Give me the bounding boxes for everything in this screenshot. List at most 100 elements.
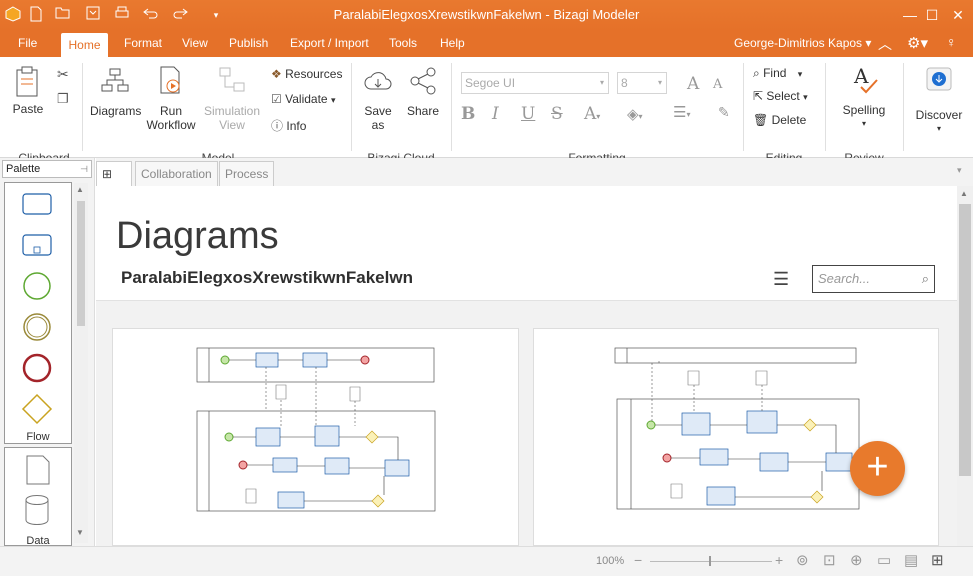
zoom-slider-handle[interactable] xyxy=(709,556,711,566)
simulation-view-button[interactable]: Simulation View xyxy=(202,65,262,132)
diagrams-label: Diagrams xyxy=(90,104,142,118)
overview-icon[interactable]: ▭ xyxy=(877,551,891,569)
discover-label: Discover xyxy=(915,108,963,122)
copy-icon[interactable]: ❐ xyxy=(57,91,69,107)
delete-label: Delete xyxy=(771,113,807,127)
diagram-map-icon: ⊞ xyxy=(102,167,113,181)
underline-icon[interactable]: U xyxy=(521,104,535,124)
start-event-shape[interactable] xyxy=(23,272,51,300)
font-family-select[interactable]: Segoe UI ▾ xyxy=(461,72,609,94)
flow-label: Flow xyxy=(26,431,50,443)
diagram-thumbnail xyxy=(614,347,860,510)
canvas-scrollbar[interactable]: ▲ xyxy=(957,186,973,546)
cut-icon[interactable]: ✂ xyxy=(57,66,69,83)
lightbulb-icon[interactable]: ♀ xyxy=(946,34,957,50)
share-label: Share xyxy=(406,104,440,118)
font-size-select[interactable]: 8 ▾ xyxy=(617,72,667,94)
tab-process[interactable]: Process xyxy=(219,161,275,186)
tab-collaboration[interactable]: Collaboration xyxy=(135,161,218,186)
close-icon[interactable]: ✕ xyxy=(948,6,968,24)
hamburger-menu-icon[interactable]: ☰ xyxy=(773,269,789,290)
scroll-up-icon[interactable]: ▲ xyxy=(960,189,968,198)
data-object-shape[interactable] xyxy=(26,455,50,485)
presentation-icon[interactable]: ▤ xyxy=(904,551,918,569)
tab-view[interactable]: View xyxy=(182,36,208,50)
fit-page-icon[interactable]: ⊚ xyxy=(796,551,809,569)
diagram-view-icon[interactable]: ⊞ xyxy=(931,551,944,569)
validate-icon: ☑ xyxy=(271,92,282,106)
palette-shapes: Flow xyxy=(4,182,72,444)
validate-label: Validate xyxy=(285,92,328,106)
info-label: Info xyxy=(286,119,307,133)
info-icon: ⓘ xyxy=(271,119,284,133)
scroll-up-icon[interactable]: ▲ xyxy=(76,185,84,194)
select-button[interactable]: ⇱ Select ▾ xyxy=(753,89,808,103)
tab-diagrams-home[interactable]: ⊞ xyxy=(96,161,132,186)
strikethrough-icon[interactable]: S xyxy=(551,104,563,124)
grow-font-icon[interactable]: A xyxy=(687,74,699,94)
fit-width-icon[interactable]: ⊡ xyxy=(823,551,836,569)
zoom-out-icon[interactable]: − xyxy=(634,552,642,568)
zoom-magnifier-icon[interactable]: ⊕ xyxy=(850,551,863,569)
svg-text:A: A xyxy=(853,65,869,88)
window-title: ParalabiElegxosXrewstikwnFakelwn - Bizag… xyxy=(333,7,640,22)
tabs-dropdown-icon[interactable]: ▾ xyxy=(957,165,962,176)
resources-label: Resources xyxy=(285,67,343,81)
maximize-icon[interactable]: ☐ xyxy=(922,6,942,24)
find-button[interactable]: ⌕ Find ▾ xyxy=(753,66,802,81)
align-icon[interactable]: ☰▾ xyxy=(673,103,690,121)
intermediate-event-shape[interactable] xyxy=(23,313,51,341)
minimize-icon[interactable]: — xyxy=(900,6,920,24)
validate-button[interactable]: ☑ Validate ▾ xyxy=(271,92,335,106)
run-workflow-button[interactable]: Run Workflow xyxy=(146,65,196,132)
delete-button[interactable]: 🗑 Delete xyxy=(753,113,806,127)
info-button[interactable]: ⓘ Info xyxy=(271,117,306,134)
settings-gear-icon[interactable]: ⚙▾ xyxy=(907,34,928,52)
spelling-button[interactable]: A Spelling ▾ xyxy=(838,64,890,131)
font-color-icon[interactable]: A▾ xyxy=(584,104,600,124)
diagrams-button[interactable]: Diagrams xyxy=(90,67,142,118)
bold-icon[interactable]: B xyxy=(461,104,475,124)
clear-format-icon[interactable]: ✎ xyxy=(718,105,730,121)
status-bar: 100% − + ⊚ ⊡ ⊕ ▭ ▤ ⊞ xyxy=(0,546,973,576)
search-input[interactable]: Search... ⌕ xyxy=(812,265,935,293)
share-button[interactable]: Share xyxy=(405,67,441,118)
paste-button[interactable]: Paste xyxy=(10,65,46,116)
title-bar: ▾ ParalabiElegxosXrewstikwnFakelwn - Biz… xyxy=(0,0,973,30)
fill-color-icon[interactable]: ◈▾ xyxy=(627,105,643,123)
discover-button[interactable]: Discover ▾ xyxy=(913,65,965,136)
end-event-shape[interactable] xyxy=(22,353,52,383)
palette-data-shapes: Data xyxy=(4,447,72,547)
gateway-shape[interactable] xyxy=(21,393,53,425)
zoom-in-icon[interactable]: + xyxy=(775,552,783,568)
subprocess-shape[interactable] xyxy=(22,234,52,256)
run-label-2: Workflow xyxy=(146,118,196,132)
diagram-card-process[interactable] xyxy=(533,328,939,546)
tab-export-import[interactable]: Export / Import xyxy=(290,36,369,50)
resources-button[interactable]: ❖ Resources xyxy=(271,67,342,81)
tab-format[interactable]: Format xyxy=(124,36,162,50)
scroll-down-icon[interactable]: ▼ xyxy=(76,528,84,537)
diagram-thumbnail xyxy=(196,347,436,512)
tab-file[interactable]: File xyxy=(18,36,37,50)
task-shape[interactable] xyxy=(22,193,52,215)
zoom-level: 100% xyxy=(596,555,625,567)
user-menu[interactable]: George-Dimitrios Kapos ▾ xyxy=(734,36,871,50)
collapse-ribbon-icon[interactable]: ︿ xyxy=(878,34,892,54)
simulation-icon xyxy=(219,67,245,92)
save-as-button[interactable]: Save as xyxy=(358,67,398,132)
data-store-shape[interactable] xyxy=(25,495,49,525)
tab-tools[interactable]: Tools xyxy=(389,36,417,50)
diagram-card-collaboration[interactable] xyxy=(112,328,519,546)
tab-help[interactable]: Help xyxy=(440,36,465,50)
tab-publish[interactable]: Publish xyxy=(229,36,268,50)
palette-scrollbar[interactable]: ▲ ▼ xyxy=(74,183,88,543)
shrink-font-icon[interactable]: A xyxy=(713,77,722,92)
find-icon: ⌕ xyxy=(753,66,760,80)
tab-home[interactable]: Home xyxy=(61,33,108,58)
pin-icon[interactable]: ⊣ xyxy=(80,161,88,177)
zoom-slider[interactable] xyxy=(650,561,772,562)
add-diagram-button[interactable]: + xyxy=(850,441,905,496)
resources-icon: ❖ xyxy=(271,67,282,81)
italic-icon[interactable]: I xyxy=(492,104,499,124)
